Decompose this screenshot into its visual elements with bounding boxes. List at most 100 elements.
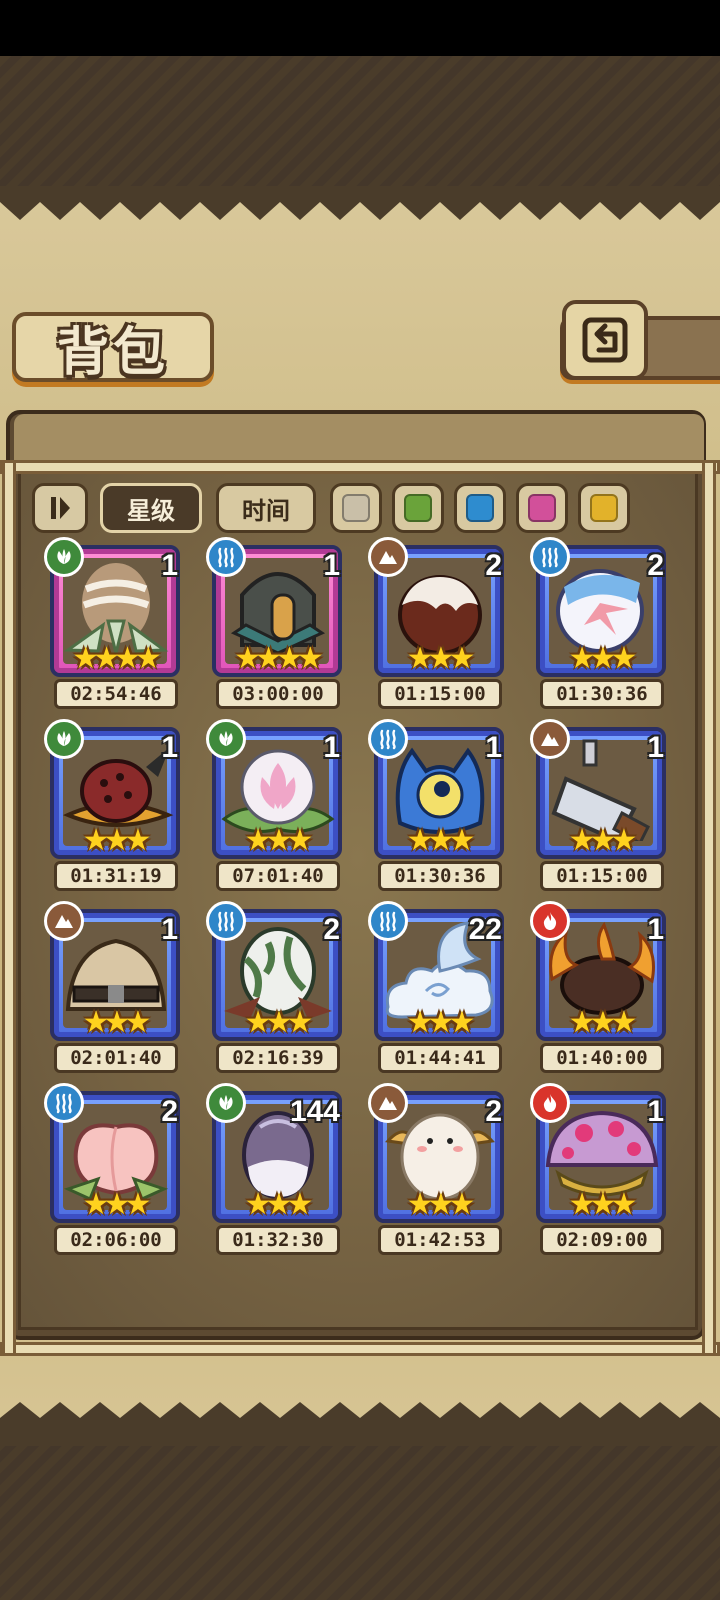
scroll-rail-left [2,460,16,1356]
item-count: 1 [161,731,178,764]
sort-by-time-button[interactable]: 时间 [216,483,316,533]
hatch-timer: 01:30:36 [378,861,502,891]
item-count: 1 [485,731,502,764]
star-rating: ★★★★ [72,641,162,676]
inventory-item-card[interactable]: 2 ★★★ 01:15:00 [368,537,508,715]
water-element-icon [368,719,408,759]
water-element-icon [44,1083,84,1123]
item-count: 2 [485,1095,502,1128]
item-count: 1 [323,549,340,582]
water-element-icon [530,537,570,577]
star-rating: ★★★ [406,1187,476,1222]
inventory-grid: 1 ★★★★ 02:54:46 1 ★★★★ 03:00:00 2 ★★★ 01:15:00 2 ★… [44,537,684,1265]
hatch-timer: 01:30:36 [540,679,664,709]
star-rating: ★★★ [244,823,314,858]
status-bar [0,0,720,56]
item-count: 2 [647,549,664,582]
color-swatch [528,494,556,522]
scroll-rail-right [702,460,716,1356]
star-rating: ★★★ [568,823,638,858]
earth-element-icon [44,901,84,941]
inventory-item-card[interactable]: 1 ★★★★ 03:00:00 [206,537,346,715]
item-count: 1 [647,913,664,946]
item-count: 2 [323,913,340,946]
star-rating: ★★★★ [234,641,324,676]
inventory-item-card[interactable]: 1 ★★★ 07:01:40 [206,719,346,897]
back-button[interactable] [562,300,648,380]
inventory-item-card[interactable]: 1 ★★★ 01:30:36 [368,719,508,897]
sort-by-stars-button[interactable]: 星级 [100,483,202,533]
earth-element-icon [530,719,570,759]
inventory-item-card[interactable]: 144 ★★★ 01:32:30 [206,1083,346,1261]
sort-order-icon [51,497,70,519]
water-element-icon [206,537,246,577]
fire-element-icon [530,1083,570,1123]
color-swatch [590,494,618,522]
star-rating: ★★★ [244,1005,314,1040]
item-count: 1 [647,1095,664,1128]
hatch-timer: 02:01:40 [54,1043,178,1073]
star-rating: ★★★ [568,1187,638,1222]
page-title: 背包 [56,321,169,383]
inventory-item-card[interactable]: 22 ★★★ 01:44:41 [368,901,508,1079]
item-count: 1 [161,913,178,946]
fire-element-icon [530,901,570,941]
item-count: 22 [468,913,502,946]
hatch-timer: 01:31:19 [54,861,178,891]
hatch-timer: 01:15:00 [540,861,664,891]
background-map-bottom [0,1440,720,1600]
inventory-item-card[interactable]: 2 ★★★ 02:16:39 [206,901,346,1079]
grass-element-icon [44,537,84,577]
filter-color-green-button[interactable] [392,483,444,533]
hatch-timer: 07:01:40 [216,861,340,891]
filter-color-yellow-button[interactable] [578,483,630,533]
hatch-timer: 03:00:00 [216,679,340,709]
hatch-timer: 01:15:00 [378,679,502,709]
inventory-panel-header [14,414,704,462]
inventory-item-card[interactable]: 2 ★★★ 01:42:53 [368,1083,508,1261]
hatch-timer: 02:16:39 [216,1043,340,1073]
color-swatch [466,494,494,522]
torn-edge-top [0,186,720,220]
inventory-item-card[interactable]: 1 ★★★ 01:31:19 [44,719,184,897]
star-rating: ★★★ [568,641,638,676]
star-rating: ★★★ [82,1005,152,1040]
filter-color-gray-button[interactable] [330,483,382,533]
grass-element-icon [206,1083,246,1123]
water-element-icon [206,901,246,941]
hatch-timer: 02:09:00 [540,1225,664,1255]
hatch-timer: 01:32:30 [216,1225,340,1255]
star-rating: ★★★ [406,641,476,676]
inventory-item-card[interactable]: 2 ★★★ 01:30:36 [530,537,670,715]
item-count: 2 [485,549,502,582]
return-arrow-icon [582,317,628,363]
star-rating: ★★★ [82,1187,152,1222]
grass-element-icon [206,719,246,759]
star-rating: ★★★ [568,1005,638,1040]
filter-color-blue-button[interactable] [454,483,506,533]
star-rating: ★★★ [82,823,152,858]
item-count: 1 [647,731,664,764]
inventory-item-card[interactable]: 1 ★★★ 01:40:00 [530,901,670,1079]
hatch-timer: 01:44:41 [378,1043,502,1073]
sort-order-button[interactable] [32,483,88,533]
hatch-timer: 01:42:53 [378,1225,502,1255]
item-count: 1 [323,731,340,764]
filter-color-pink-button[interactable] [516,483,568,533]
inventory-item-card[interactable]: 1 ★★★★ 02:54:46 [44,537,184,715]
hatch-timer: 02:06:00 [54,1225,178,1255]
star-rating: ★★★ [406,1005,476,1040]
inventory-item-card[interactable]: 1 ★★★ 02:01:40 [44,901,184,1079]
scroll-rail-bottom [0,1342,720,1356]
earth-element-icon [368,1083,408,1123]
water-element-icon [368,901,408,941]
hatch-timer: 01:40:00 [540,1043,664,1073]
grass-element-icon [44,719,84,759]
item-count: 1 [161,549,178,582]
inventory-item-card[interactable]: 2 ★★★ 02:06:00 [44,1083,184,1261]
inventory-item-card[interactable]: 1 ★★★ 01:15:00 [530,719,670,897]
inventory-item-card[interactable]: 1 ★★★ 02:09:00 [530,1083,670,1261]
color-swatch [342,494,370,522]
background-map-top [0,56,720,192]
earth-element-icon [368,537,408,577]
